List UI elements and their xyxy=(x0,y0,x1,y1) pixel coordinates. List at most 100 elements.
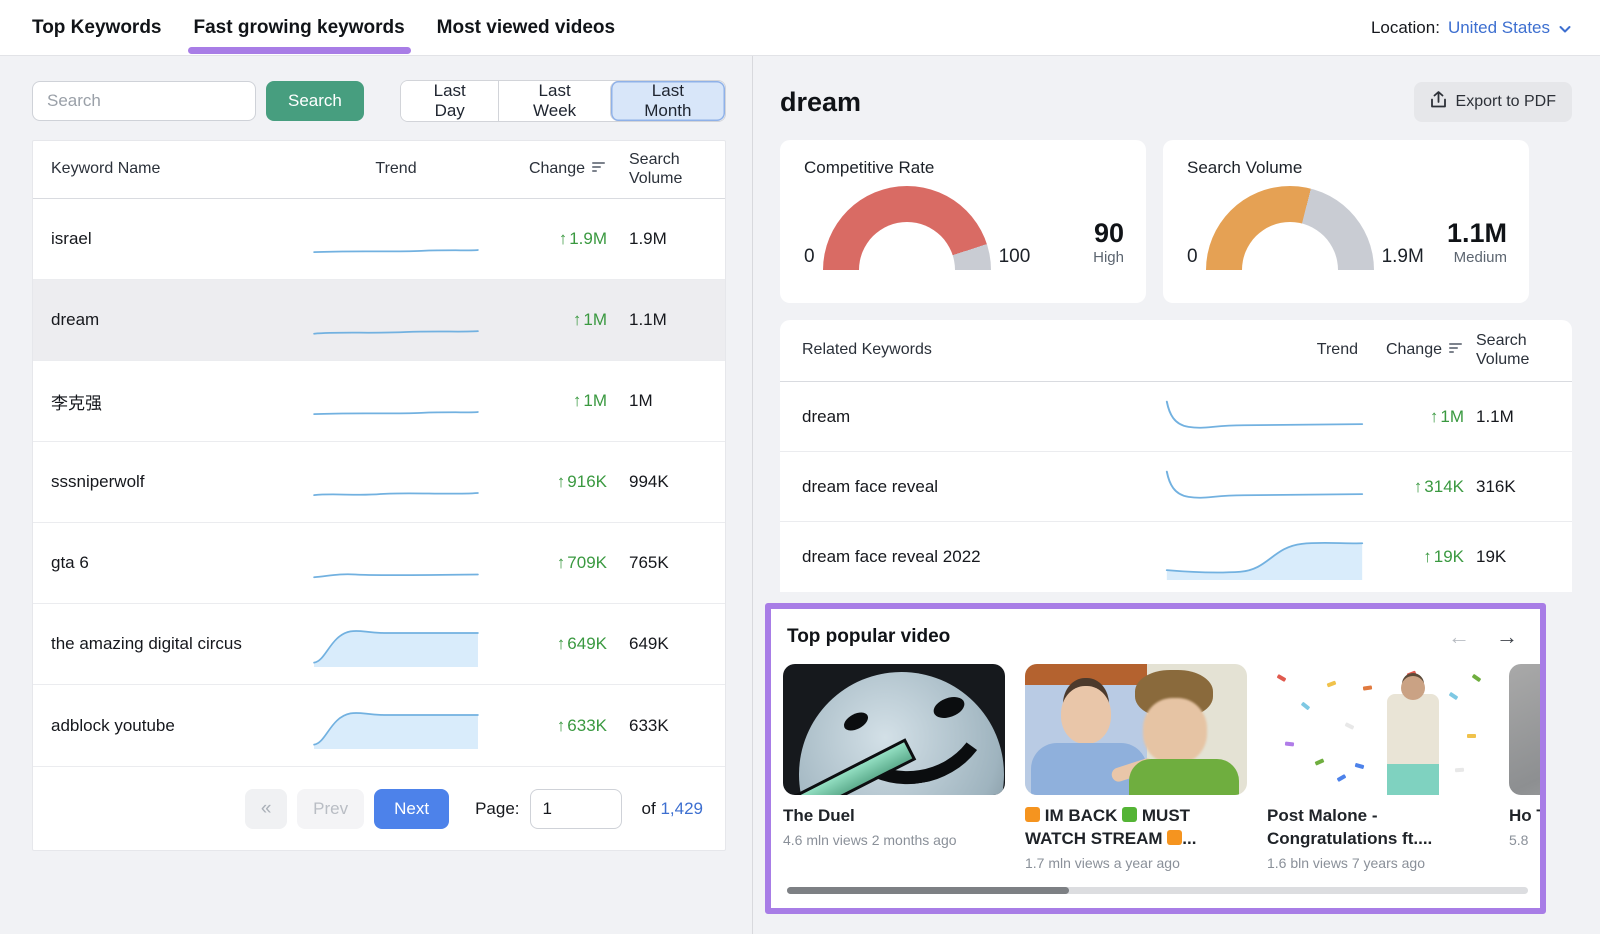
keyword-title: dream xyxy=(780,87,861,118)
col-trend: Trend xyxy=(307,160,485,178)
gauge-title: Competitive Rate xyxy=(804,158,1124,178)
change-value: ↑1M xyxy=(1368,407,1464,427)
video-card[interactable]: The Duel 4.6 mln views 2 months ago xyxy=(783,664,1005,871)
table-row[interactable]: adblock youtube ↑633K 633K xyxy=(33,685,725,766)
time-filter-button[interactable]: Last Week xyxy=(498,81,609,121)
keyword-name: dream xyxy=(51,310,307,330)
time-filter-button[interactable]: Last Month xyxy=(610,81,725,121)
main-tabs: Top Keywords Fast growing keywords Most vi… xyxy=(32,0,615,55)
video-meta: 1.6 bln views 7 years ago xyxy=(1267,855,1489,871)
top-bar: Top Keywords Fast growing keywords Most vi… xyxy=(0,0,1600,56)
gauge-level: Medium xyxy=(1447,249,1507,266)
video-card[interactable]: vevo Post Malone - Congratulations ft...… xyxy=(1267,664,1489,871)
up-arrow-icon: ↑ xyxy=(573,310,582,329)
table-row[interactable]: israel ↑1.9M 1.9M xyxy=(33,199,725,280)
change-value: ↑633K xyxy=(485,716,607,736)
gauge-max-label: 1.9M xyxy=(1382,246,1424,270)
location-label: Location: xyxy=(1371,18,1440,38)
table-controls: Search Last DayLast WeekLast Month xyxy=(32,80,726,122)
trend-sparkline xyxy=(307,297,485,343)
next-page-button[interactable]: Next xyxy=(374,789,449,829)
search-button[interactable]: Search xyxy=(266,81,364,121)
change-value: ↑916K xyxy=(485,472,607,492)
carousel-scrollbar-thumb[interactable] xyxy=(787,887,1069,894)
sort-icon[interactable] xyxy=(1449,341,1464,359)
table-row[interactable]: sssniperwolf ↑916K 994K xyxy=(33,442,725,523)
video-meta: 5.8 xyxy=(1509,832,1540,848)
keyword-name: gta 6 xyxy=(51,553,307,573)
related-row[interactable]: dream face reveal 2022 ↑19K 19K xyxy=(780,522,1572,592)
trend-sparkline xyxy=(307,621,485,667)
change-value: ↑19K xyxy=(1368,547,1464,567)
video-meta: 1.7 mln views a year ago xyxy=(1025,855,1247,871)
col-search-volume: Search Volume xyxy=(607,151,707,188)
video-thumbnail[interactable]: vevo xyxy=(1267,664,1489,795)
table-row[interactable]: 李克强 ↑1M 1M xyxy=(33,361,725,442)
video-title-text: Ho TO xyxy=(1509,806,1540,825)
video-title-text: The Duel xyxy=(783,806,855,825)
search-volume-value: 1.1M xyxy=(1464,407,1550,427)
video-title-text: ... xyxy=(1182,829,1196,848)
search-volume-value: 1.9M xyxy=(607,229,707,249)
related-row[interactable]: dream ↑1M 1.1M xyxy=(780,382,1572,452)
sort-icon[interactable] xyxy=(592,160,607,178)
chevron-down-icon xyxy=(1558,22,1570,34)
trend-sparkline xyxy=(1160,464,1368,510)
video-title: Ho TO xyxy=(1509,805,1540,828)
col-change-label: Change xyxy=(1386,341,1442,359)
gauge-min-label: 0 xyxy=(804,246,815,270)
prev-page-button[interactable]: Prev xyxy=(297,789,364,829)
table-row[interactable]: dream ↑1M 1.1M xyxy=(33,280,725,361)
export-label: Export to PDF xyxy=(1456,93,1556,111)
gauge-card: Search Volume 0 1.9M 1.1M Medium xyxy=(1163,140,1529,303)
time-filter-button[interactable]: Last Day xyxy=(401,81,499,121)
carousel-left-arrow-icon[interactable]: ← xyxy=(1448,624,1470,650)
video-title-text: IM BACK xyxy=(1040,806,1122,825)
export-icon xyxy=(1430,91,1447,114)
carousel-scrollbar[interactable] xyxy=(787,887,1528,894)
video-meta: 4.6 mln views 2 months ago xyxy=(783,832,1005,848)
main-tab-1[interactable]: Fast growing keywords xyxy=(194,0,405,55)
col-search-volume: Search Volume xyxy=(1464,332,1550,369)
up-arrow-icon: ↑ xyxy=(557,472,566,491)
video-carousel: The Duel 4.6 mln views 2 months ago IM B… xyxy=(783,664,1540,871)
location-selector[interactable]: Location: United States xyxy=(1371,18,1570,38)
keyword-name: sssniperwolf xyxy=(51,472,307,492)
video-thumbnail[interactable] xyxy=(783,664,1005,795)
video-card[interactable]: Ho TO 5.8 xyxy=(1509,664,1540,871)
col-trend: Trend xyxy=(1160,341,1368,359)
up-arrow-icon: ↑ xyxy=(573,391,582,410)
table-row[interactable]: gta 6 ↑709K 765K xyxy=(33,523,725,604)
search-volume-value: 19K xyxy=(1464,547,1550,567)
first-page-button[interactable]: « xyxy=(245,789,287,829)
export-pdf-button[interactable]: Export to PDF xyxy=(1414,82,1572,122)
search-volume-value: 1.1M xyxy=(607,310,707,330)
page-label: Page: xyxy=(475,799,519,819)
search-input[interactable] xyxy=(32,81,256,121)
page-input[interactable] xyxy=(530,789,622,829)
main-tab-0[interactable]: Top Keywords xyxy=(32,0,162,55)
vevo-badge: vevo xyxy=(1279,768,1327,791)
table-row[interactable]: the amazing digital circus ↑649K 649K xyxy=(33,604,725,685)
carousel-right-arrow-icon[interactable]: → xyxy=(1496,624,1518,650)
main-tab-2[interactable]: Most viewed videos xyxy=(437,0,615,55)
gauge-chart xyxy=(823,186,991,270)
video-thumbnail[interactable] xyxy=(1025,664,1247,795)
related-row[interactable]: dream face reveal ↑314K 316K xyxy=(780,452,1572,522)
video-title-text: Post Malone - Congratulations ft.... xyxy=(1267,806,1432,848)
gauge-level: High xyxy=(1093,249,1124,266)
trend-sparkline xyxy=(307,459,485,505)
search-volume-value: 1M xyxy=(607,391,707,411)
tab-label: Fast growing keywords xyxy=(194,17,405,39)
video-card[interactable]: IM BACK MUST WATCH STREAM ... 1.7 mln vi… xyxy=(1025,664,1247,871)
location-value[interactable]: United States xyxy=(1448,18,1550,38)
gauge-card: Competitive Rate 0 100 90 High xyxy=(780,140,1146,303)
keyword-name: the amazing digital circus xyxy=(51,634,307,654)
trend-sparkline xyxy=(307,703,485,749)
video-thumbnail[interactable] xyxy=(1509,664,1540,795)
keyword-name: dream face reveal 2022 xyxy=(802,547,1160,567)
keyword-detail-panel: dream Export to PDF Competitive Rate 0 1… xyxy=(753,56,1600,934)
trend-sparkline xyxy=(307,540,485,586)
trend-sparkline xyxy=(307,378,485,424)
gauge-chart xyxy=(1206,186,1374,270)
